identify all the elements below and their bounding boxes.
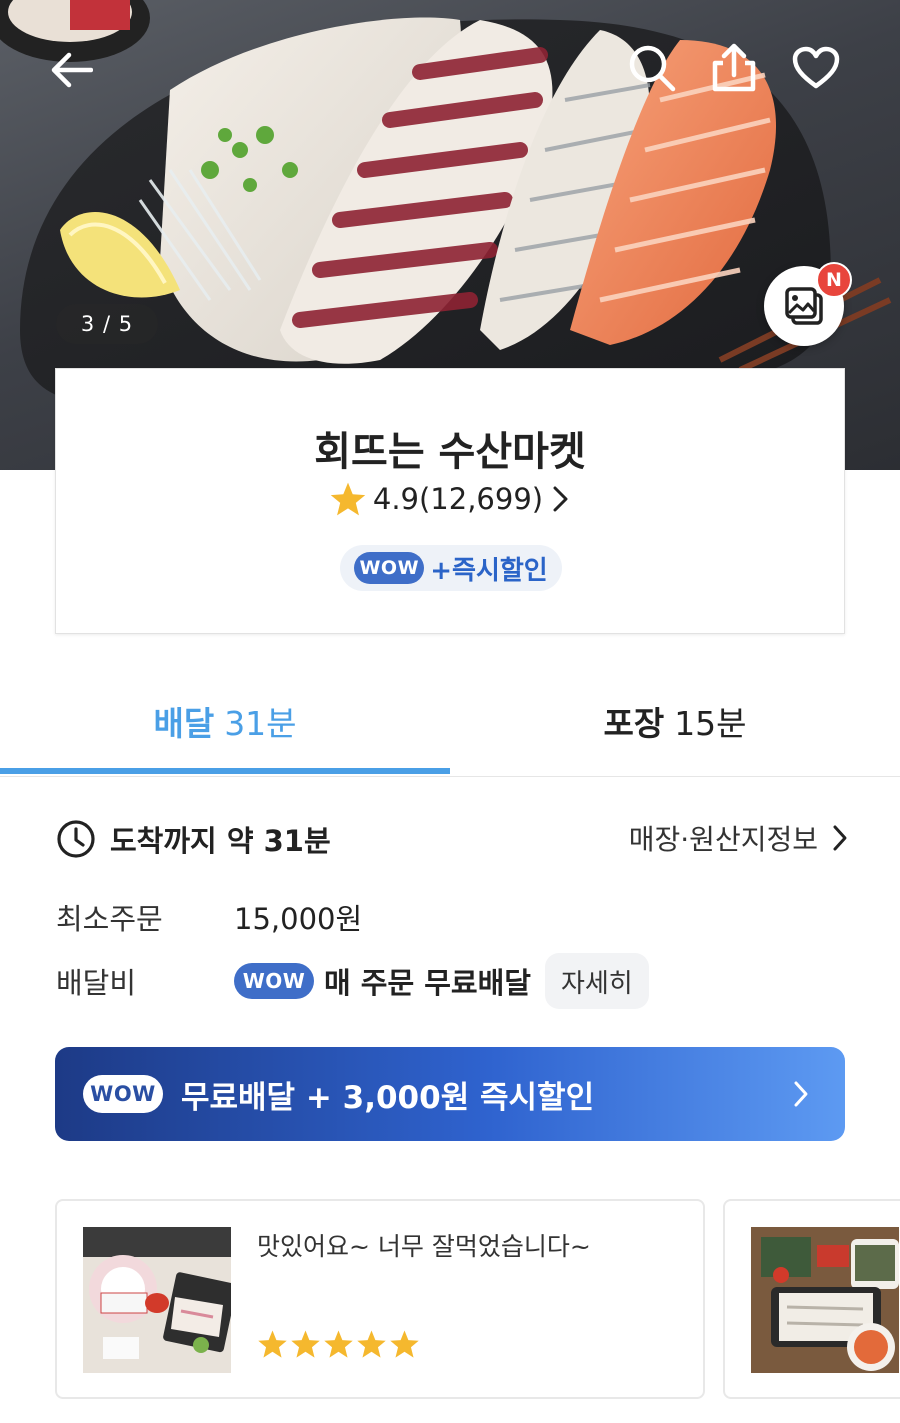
star-icon bbox=[330, 482, 366, 516]
delivery-fee-row: WOW 매 주문 무료배달 자세히 bbox=[234, 952, 649, 1010]
star-icon bbox=[357, 1330, 386, 1358]
wow-discount-chip: WOW +즉시할인 bbox=[340, 545, 562, 591]
arrival-time-row: 도착까지 약 31분 bbox=[56, 818, 331, 860]
search-icon bbox=[629, 45, 676, 92]
star-icon bbox=[390, 1330, 419, 1358]
chevron-right-icon bbox=[794, 1081, 808, 1107]
photo-review-icon bbox=[785, 287, 823, 325]
share-icon bbox=[712, 43, 756, 92]
rating-link[interactable]: 4.9(12,699) bbox=[56, 481, 844, 517]
review-card[interactable] bbox=[723, 1199, 900, 1399]
chevron-right-icon bbox=[553, 486, 568, 512]
tab-delivery[interactable]: 배달 31분 bbox=[0, 665, 450, 777]
wow-promo-banner[interactable]: WOW 무료배달 + 3,000원 즉시할인 bbox=[55, 1047, 845, 1141]
review-photo bbox=[751, 1227, 899, 1373]
active-tab-indicator bbox=[0, 768, 450, 774]
review-stars bbox=[257, 1329, 420, 1359]
star-icon bbox=[258, 1330, 287, 1358]
image-counter: 3 / 5 bbox=[56, 304, 158, 344]
wow-badge: WOW bbox=[354, 552, 425, 584]
review-text: 맛있어요~ 너무 잘먹었습니다~ bbox=[257, 1232, 591, 1261]
tab-delivery-time: 31분 bbox=[224, 704, 297, 743]
star-icon bbox=[324, 1330, 353, 1358]
store-name: 회뜨는 수산마켓 bbox=[314, 429, 586, 475]
store-info-card: 회뜨는 수산마켓 4.9(12,699) WOW +즉시할인 bbox=[55, 368, 845, 634]
min-order-label: 최소주문 bbox=[56, 902, 163, 936]
review-photo bbox=[83, 1227, 231, 1373]
back-button[interactable] bbox=[44, 42, 100, 98]
share-button[interactable] bbox=[706, 40, 762, 96]
wow-badge: WOW bbox=[234, 963, 314, 999]
fee-detail-button[interactable]: 자세히 bbox=[544, 953, 649, 1009]
arrival-time-text: 도착까지 약 31분 bbox=[110, 824, 331, 858]
rating-value: 4.9(12,699) bbox=[372, 482, 544, 516]
heart-icon bbox=[792, 46, 840, 89]
back-arrow-icon bbox=[51, 52, 93, 88]
chevron-right-icon bbox=[833, 825, 847, 851]
clock-icon bbox=[57, 820, 95, 858]
wow-badge: WOW bbox=[83, 1075, 163, 1113]
tab-pickup-label: 포장 bbox=[603, 704, 665, 743]
review-card[interactable]: 맛있어요~ 너무 잘먹었습니다~ bbox=[55, 1199, 705, 1399]
wow-promo-text: 무료배달 + 3,000원 즉시할인 bbox=[181, 1079, 595, 1116]
tab-pickup-time: 15분 bbox=[674, 704, 747, 743]
search-button[interactable] bbox=[624, 40, 680, 96]
min-order-value: 15,000원 bbox=[234, 902, 363, 936]
favorite-button[interactable] bbox=[788, 40, 844, 96]
store-origin-info-link[interactable]: 매장·원산지정보 bbox=[629, 818, 850, 858]
delivery-fee-label: 배달비 bbox=[56, 966, 137, 1000]
order-type-tabs: 배달 31분 포장 15분 bbox=[0, 665, 900, 777]
tab-pickup[interactable]: 포장 15분 bbox=[450, 665, 900, 777]
instant-discount-label: +즉시할인 bbox=[430, 555, 548, 586]
tab-delivery-label: 배달 bbox=[153, 704, 215, 743]
new-badge: N bbox=[816, 262, 852, 298]
star-icon bbox=[291, 1330, 320, 1358]
store-origin-info-label: 매장·원산지정보 bbox=[628, 823, 818, 856]
free-delivery-text: 매 주문 무료배달 bbox=[324, 966, 531, 1000]
